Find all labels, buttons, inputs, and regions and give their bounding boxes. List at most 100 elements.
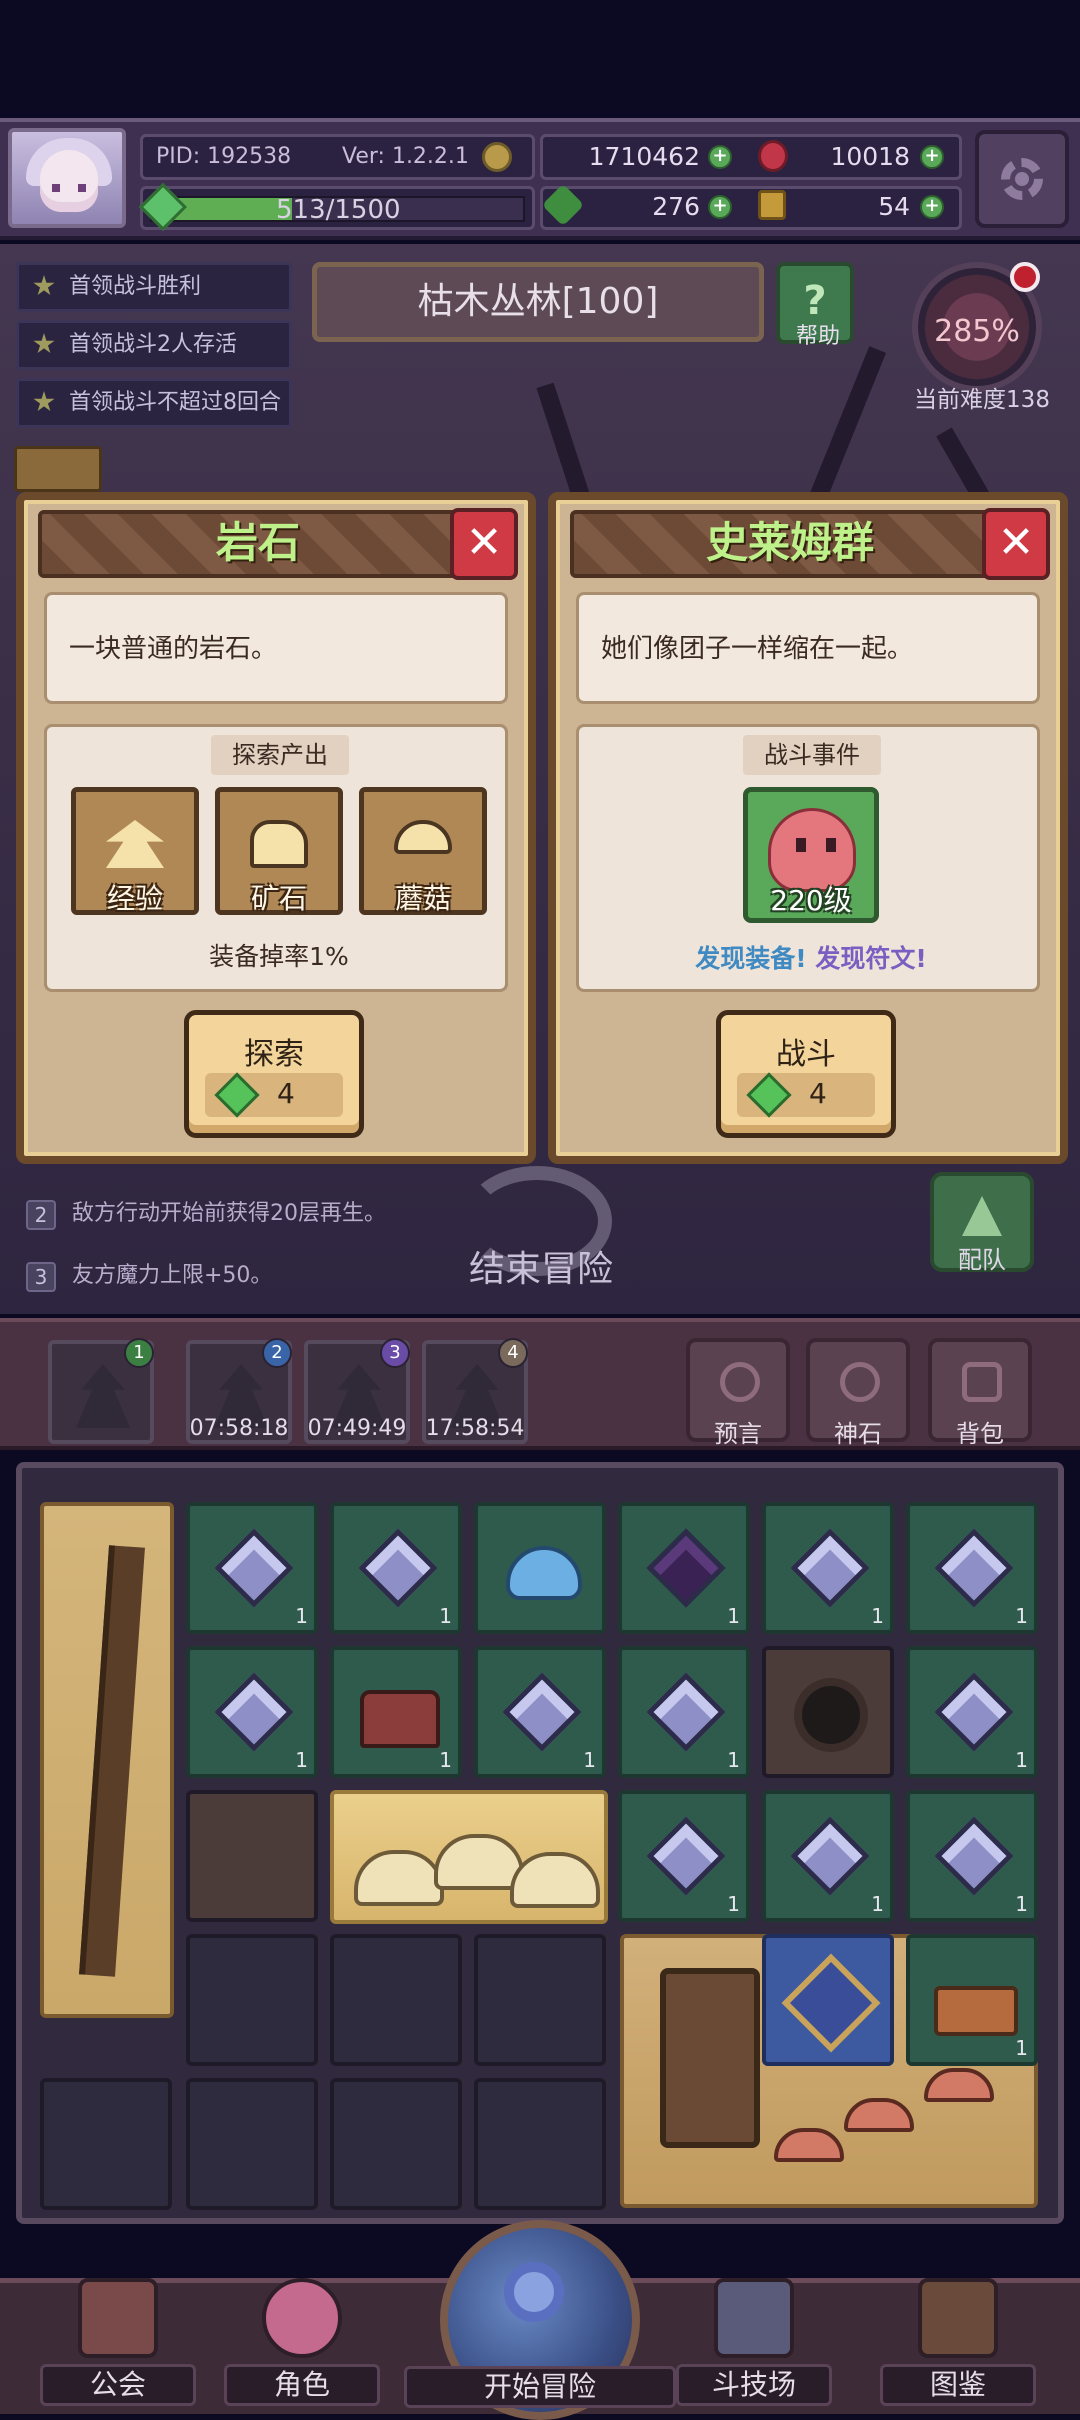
crystal-ball-icon: [720, 1362, 760, 1402]
explore-button[interactable]: 探索 4: [184, 1010, 364, 1138]
crossed-swords-icon: [714, 2278, 794, 2358]
empty-slot[interactable]: [186, 2078, 318, 2210]
nav-label: 公会: [40, 2364, 196, 2406]
blue-slime-icon: [506, 1546, 582, 1600]
slime-event-panel: 史莱姆群 ✕ 她们像团子一样缩在一起。 战斗事件 220级 发现装备! 发现符文…: [548, 492, 1068, 1164]
panel-title: 史莱姆群: [570, 510, 1010, 578]
xp-value: 513/1500: [276, 195, 401, 225]
settings-button[interactable]: [975, 130, 1069, 228]
relic-icon: [781, 1953, 881, 2053]
panel-title: 岩石: [38, 510, 478, 578]
difficulty-percent: 285%: [934, 314, 1020, 349]
difficulty-label: 当前难度138: [914, 387, 1050, 413]
close-button[interactable]: ✕: [450, 508, 518, 580]
star-icon: [33, 333, 55, 354]
cost-badge: 4: [205, 1072, 343, 1118]
crystal-item[interactable]: 1: [618, 1790, 750, 1922]
empty-slot[interactable]: [40, 2078, 172, 2210]
slime-item[interactable]: [474, 1502, 606, 1634]
crystal-item[interactable]: 1: [330, 1502, 462, 1634]
tree-stump-icon: [660, 1968, 760, 2148]
basket-icon: [934, 1986, 1018, 2036]
crystal-item[interactable]: 1: [906, 1502, 1038, 1634]
rock-icon: [510, 1852, 600, 1908]
help-label: 帮助: [795, 324, 840, 349]
chest-item[interactable]: 1: [330, 1646, 462, 1778]
empty-dirt-tile[interactable]: [186, 1790, 318, 1922]
section-label: 探索产出: [211, 735, 349, 775]
crystal-item[interactable]: 1: [186, 1502, 318, 1634]
crystal-item[interactable]: 1: [762, 1790, 894, 1922]
panel-description: 她们像团子一样缩在一起。: [576, 592, 1040, 704]
end-adventure-button[interactable]: 结束冒险: [456, 1240, 626, 1292]
key-amount: 54: [878, 192, 910, 221]
stage-title: 枯木丛林[100]: [312, 262, 764, 342]
game-version: Ver: 1.2.2.1: [342, 144, 469, 169]
dark-crystal-icon: [646, 1528, 726, 1608]
nav-character[interactable]: 角色: [224, 2268, 380, 2408]
nav-label: 开始冒险: [404, 2366, 676, 2408]
spider-icon: [802, 1686, 860, 1744]
nav-label: 斗技场: [676, 2364, 832, 2406]
team-label: 配队: [958, 1246, 1006, 1274]
energy-gem-icon: [214, 1072, 260, 1118]
found-rune: 发现符文!: [815, 944, 927, 973]
party-slot[interactable]: 1: [48, 1338, 154, 1444]
crystal-item[interactable]: 1: [186, 1646, 318, 1778]
crystal-item[interactable]: 1: [618, 1646, 750, 1778]
button-label: 战斗: [776, 1037, 836, 1072]
objective-item: 首领战斗不超过8回合: [16, 378, 292, 428]
crystal-item[interactable]: 1: [906, 1646, 1038, 1778]
slot-timer: 07:58:18: [189, 1416, 289, 1441]
bag-label: 背包: [956, 1420, 1004, 1448]
empty-slot[interactable]: [330, 2078, 462, 2210]
empty-slot[interactable]: [186, 1934, 318, 2066]
prophecy-label: 预言: [714, 1420, 762, 1448]
nav-label: 图鉴: [880, 2364, 1036, 2406]
battle-button[interactable]: 战斗 4: [716, 1010, 896, 1138]
empty-slot[interactable]: [474, 1934, 606, 2066]
gold-amount: 1710462: [588, 142, 700, 171]
crystal-icon: [214, 1528, 294, 1608]
empty-slot[interactable]: [330, 1934, 462, 2066]
rock-tile-selected[interactable]: [330, 1790, 608, 1924]
cost-value: 4: [277, 1077, 295, 1110]
basket-item[interactable]: 1: [906, 1934, 1038, 2066]
relic-item[interactable]: [762, 1934, 894, 2066]
avatar-eyes: [52, 184, 86, 192]
add-clover-button[interactable]: +: [708, 195, 732, 219]
crystal-icon: [502, 1672, 582, 1752]
crystal-item[interactable]: 1: [906, 1790, 1038, 1922]
nav-arena[interactable]: 斗技场: [676, 2268, 832, 2408]
godstone-label: 神石: [834, 1420, 882, 1448]
add-keys-button[interactable]: +: [920, 195, 944, 219]
party-bar: [0, 1318, 1080, 1450]
character-icon: [262, 2278, 342, 2358]
crystal-icon: [358, 1528, 438, 1608]
nav-start-adventure[interactable]: 开始冒险: [404, 2200, 676, 2420]
empty-slot[interactable]: [474, 2078, 606, 2210]
dark-crystal-item[interactable]: 1: [618, 1502, 750, 1634]
crystal-item[interactable]: 1: [474, 1646, 606, 1778]
nav-guild[interactable]: 公会: [40, 2268, 196, 2408]
crystal-icon: [934, 1672, 1014, 1752]
tree-trunk-icon: [79, 1545, 145, 1977]
explore-output-box: 探索产出 经验 矿石 蘑菇 装备掉率1%: [44, 724, 508, 992]
gem-amount: 10018: [830, 142, 910, 171]
add-gold-button[interactable]: +: [708, 145, 732, 169]
close-button[interactable]: ✕: [982, 508, 1050, 580]
tree-icon: [76, 1364, 130, 1428]
energy-gem-icon: [746, 1072, 792, 1118]
chest-icon[interactable]: [14, 446, 102, 492]
difficulty-alert-dot: [1010, 262, 1040, 292]
tall-tree-tile[interactable]: [40, 1502, 174, 2018]
avatar-face: [40, 150, 98, 212]
cost-value: 4: [809, 1077, 827, 1110]
crystal-icon: [646, 1672, 726, 1752]
player-avatar[interactable]: [8, 128, 126, 228]
crystal-icon: [790, 1528, 870, 1608]
add-gems-button[interactable]: +: [920, 145, 944, 169]
crystal-item[interactable]: 1: [762, 1502, 894, 1634]
nav-codex[interactable]: 图鉴: [880, 2268, 1036, 2408]
spider-tile[interactable]: [762, 1646, 894, 1778]
